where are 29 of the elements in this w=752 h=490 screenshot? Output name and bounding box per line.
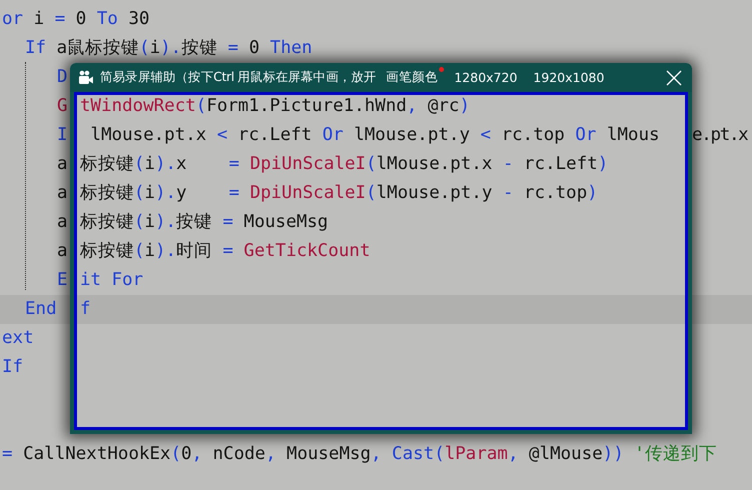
- code-line: a: [57, 241, 68, 261]
- code-line: 标按键(i).x = DpiUnScaleI(lMouse.pt.x - rc.Left): [80, 154, 608, 174]
- code-line: D: [57, 67, 68, 87]
- code-line: ext: [2, 328, 34, 348]
- code-line: End: [25, 299, 57, 319]
- code-line: I: [57, 125, 68, 145]
- code-line: 标按键(i).按键 = MouseMsg: [80, 212, 328, 232]
- code-line: f: [80, 299, 91, 319]
- close-icon[interactable]: [666, 70, 682, 86]
- code-line: lMouse.pt.x < rc.Left Or lMouse.pt.y < rc.top Or lMous: [90, 125, 660, 145]
- code-line: it For: [80, 270, 144, 290]
- size-button[interactable]: 1280x720: [454, 70, 518, 85]
- code-line: a: [57, 154, 68, 174]
- code-line: tWindowRect(Form1.Picture1.hWnd, @rc): [80, 96, 470, 116]
- size-button[interactable]: 1920x1080: [533, 70, 604, 85]
- pen-color-button[interactable]: 画笔颜色: [386, 69, 438, 86]
- code-line: a: [57, 183, 68, 203]
- code-line: 标按键(i).y = DpiUnScaleI(lMouse.pt.y - rc.top): [80, 183, 598, 203]
- code-line: = CallNextHookEx(0, nCode, MouseMsg, Cast(lParam, @lMouse)) '传递到下: [2, 444, 717, 464]
- code-line: or i = 0 To 30: [2, 9, 150, 29]
- code-line: G: [57, 96, 68, 116]
- window-title: 简易录屏辅助（按下Ctrl 用鼠标在屏幕中画，放开: [100, 69, 376, 86]
- code-line: If a鼠标按键(i).按键 = 0 Then: [25, 38, 312, 58]
- code-line: e.pt.x: [692, 125, 748, 145]
- video-camera-icon: [78, 70, 94, 85]
- code-line: 标按键(i).时间 = GetTickCount: [80, 241, 370, 261]
- code-line: If: [2, 357, 24, 377]
- code-line: E: [57, 270, 68, 290]
- code-line: a: [57, 212, 68, 232]
